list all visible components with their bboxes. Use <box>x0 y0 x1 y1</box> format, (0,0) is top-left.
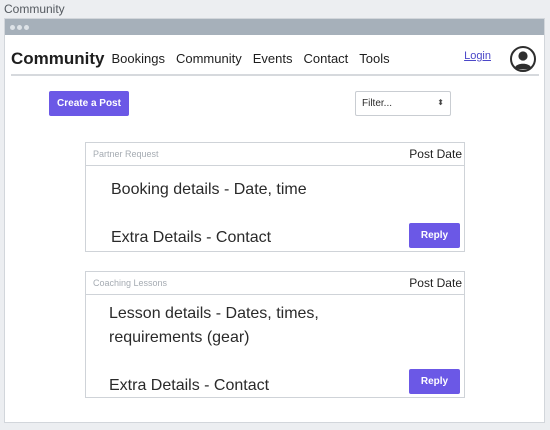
reply-button[interactable]: Reply <box>409 223 460 248</box>
nav-link-bookings[interactable]: Bookings <box>112 51 165 66</box>
post-card: Partner Request Post Date Booking detail… <box>85 142 465 252</box>
create-post-button[interactable]: Create a Post <box>49 91 129 116</box>
reply-button[interactable]: Reply <box>409 369 460 394</box>
nav-link-contact[interactable]: Contact <box>303 51 348 66</box>
post-header: Coaching Lessons Post Date <box>86 272 464 295</box>
window-titlebar <box>5 19 544 35</box>
brand-logo[interactable]: Community <box>11 49 105 69</box>
nav-link-events[interactable]: Events <box>253 51 293 66</box>
post-header: Partner Request Post Date <box>86 143 464 166</box>
post-date: Post Date <box>409 147 462 161</box>
select-arrows-icon: ⬍ <box>437 98 444 107</box>
post-category: Coaching Lessons <box>93 278 168 288</box>
filter-select-value: Filter... <box>362 98 393 109</box>
nav-link-community[interactable]: Community <box>176 51 242 66</box>
browser-window: Community Bookings Community Events Cont… <box>4 18 545 423</box>
filter-select[interactable]: Filter... ⬍ <box>355 91 451 116</box>
window-dot-icon <box>10 24 15 30</box>
post-date: Post Date <box>409 276 462 290</box>
post-category: Partner Request <box>93 149 159 159</box>
post-card: Coaching Lessons Post Date Lesson detail… <box>85 271 465 398</box>
nav-link-tools[interactable]: Tools <box>359 51 389 66</box>
login-link[interactable]: Login <box>464 50 491 62</box>
post-details: Booking details - Date, time <box>111 181 307 198</box>
frame-title: Community <box>4 2 65 16</box>
window-dot-icon <box>24 24 29 30</box>
post-extra-details: Extra Details - Contact <box>109 377 270 394</box>
window-dot-icon <box>17 24 22 30</box>
post-extra-details: Extra Details - Contact <box>111 229 272 246</box>
post-details: Lesson details - Dates, times, requireme… <box>109 305 319 346</box>
user-avatar-icon[interactable] <box>510 46 536 72</box>
navbar: Community Bookings Community Events Cont… <box>11 43 539 76</box>
